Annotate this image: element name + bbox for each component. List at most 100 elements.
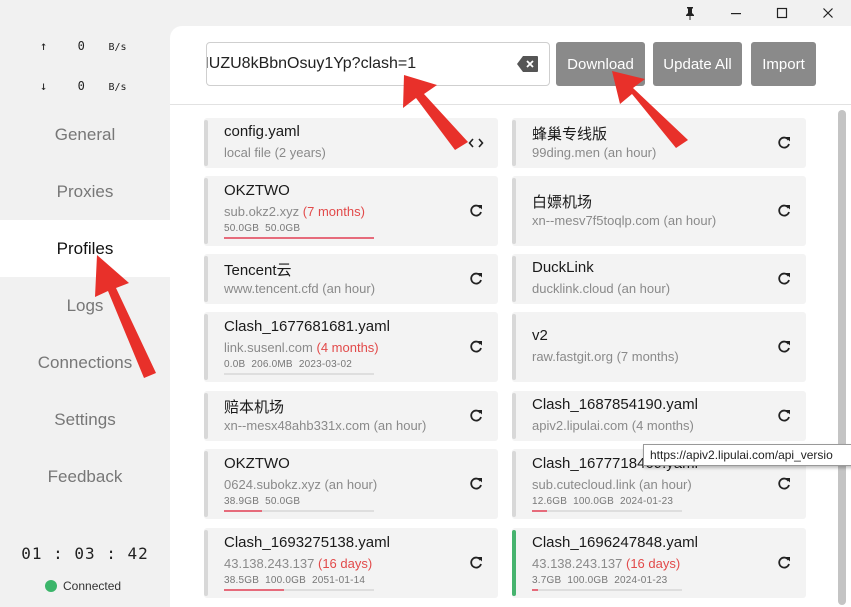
profile-url-field[interactable]: [206, 42, 550, 86]
profile-updated-time: (an hour): [638, 477, 692, 492]
refresh-icon[interactable]: [468, 339, 484, 355]
profile-description: 99ding.men (an hour): [532, 145, 656, 160]
profile-card[interactable]: v2 raw.fastgit.org (7 months): [512, 312, 806, 382]
profile-card[interactable]: Clash_1687854190.yaml apiv2.lipulai.com (…: [512, 391, 806, 441]
maximize-icon[interactable]: [759, 0, 805, 26]
profile-updated-time: (an hour): [324, 477, 378, 492]
scrollbar[interactable]: [838, 110, 846, 605]
refresh-icon[interactable]: [776, 408, 792, 424]
profile-host: link.susenl.com: [224, 340, 313, 355]
scrollbar-thumb[interactable]: [838, 110, 846, 605]
refresh-icon[interactable]: [776, 555, 792, 571]
profile-description: 0624.subokz.xyz (an hour): [224, 477, 377, 492]
profile-usage: 12.6GB 100.0GB 2024-01-23: [532, 496, 679, 507]
profile-usage: 38.5GB 100.0GB 2051-01-14: [224, 575, 371, 586]
usage-progress-bar: [224, 510, 374, 512]
profiles-page: Download Update All Import config.yaml lo…: [170, 26, 851, 607]
refresh-icon[interactable]: [468, 271, 484, 287]
refresh-icon[interactable]: [776, 203, 792, 219]
usage-used: 3.7GB: [532, 575, 562, 586]
usage-progress-fill: [532, 589, 538, 591]
refresh-icon[interactable]: [468, 408, 484, 424]
nav-item-logs[interactable]: Logs: [0, 277, 170, 334]
connection-status: Connected: [45, 579, 121, 593]
usage-used: 50.0GB: [224, 223, 260, 234]
profile-host: raw.fastgit.org: [532, 349, 613, 364]
download-value: 0: [77, 79, 85, 93]
download-speed: ↓ 0 B/s: [40, 79, 127, 93]
refresh-icon[interactable]: [468, 203, 484, 219]
profile-host: www.tencent.cfd: [224, 281, 319, 296]
profile-updated-time: (16 days): [626, 556, 681, 571]
nav-item-connections[interactable]: Connections: [0, 334, 170, 391]
refresh-icon[interactable]: [776, 271, 792, 287]
import-button[interactable]: Import: [751, 42, 816, 86]
clear-input-icon[interactable]: [517, 55, 539, 73]
profile-name: DuckLink: [532, 259, 594, 276]
refresh-icon[interactable]: [776, 476, 792, 492]
profile-card[interactable]: Clash_1696247848.yaml 43.138.243.137 (16 …: [512, 528, 806, 598]
usage-progress-fill: [224, 237, 374, 239]
profile-indicator: [512, 314, 516, 380]
profile-usage: 0.0B 206.0MB 2023-03-02: [224, 359, 358, 370]
profile-card[interactable]: 赔本机场 xn--mesx48ahb331x.com (an hour): [204, 391, 498, 441]
usage-progress-bar: [224, 237, 374, 239]
profile-updated-time: (an hour): [373, 418, 427, 433]
minimize-icon[interactable]: [713, 0, 759, 26]
usage-total: 50.0GB: [265, 496, 301, 507]
usage-expire: 2024-01-23: [614, 575, 668, 586]
code-icon[interactable]: [468, 135, 484, 151]
profile-name: Clash_1693275138.yaml: [224, 534, 390, 551]
pin-icon[interactable]: [667, 0, 713, 26]
profile-card[interactable]: 白嫖机场 xn--mesv7f5toqlp.com (an hour): [512, 176, 806, 246]
update-all-button[interactable]: Update All: [653, 42, 742, 86]
profile-updated-time: (an hour): [603, 145, 657, 160]
profile-updated-time: (an hour): [617, 281, 671, 296]
profile-host: ducklink.cloud: [532, 281, 614, 296]
download-button[interactable]: Download: [556, 42, 645, 86]
nav-item-general[interactable]: General: [0, 106, 170, 163]
profile-card[interactable]: Tencent云 www.tencent.cfd (an hour): [204, 254, 498, 304]
profile-description: xn--mesv7f5toqlp.com (an hour): [532, 213, 716, 228]
uptime-clock: 01 : 03 : 42: [21, 544, 149, 563]
upload-value: 0: [77, 39, 85, 53]
connection-label: Connected: [63, 579, 122, 593]
refresh-icon[interactable]: [468, 555, 484, 571]
usage-progress-bar: [532, 510, 682, 512]
usage-expire: 2024-01-23: [620, 496, 674, 507]
profile-indicator: [512, 120, 516, 166]
usage-total: 100.0GB: [573, 496, 614, 507]
nav-item-proxies[interactable]: Proxies: [0, 163, 170, 220]
refresh-icon[interactable]: [776, 135, 792, 151]
profile-updated-time: (an hour): [663, 213, 717, 228]
refresh-icon[interactable]: [468, 476, 484, 492]
profile-card[interactable]: Clash_1693275138.yaml 43.138.243.137 (16 …: [204, 528, 498, 598]
profile-indicator: [204, 178, 208, 244]
profile-name: 赔本机场: [224, 399, 285, 416]
profile-card[interactable]: Clash_1677681681.yaml link.susenl.com (4 …: [204, 312, 498, 382]
profile-card[interactable]: OKZTWO sub.okz2.xyz (7 months) 50.0GB 50.0G…: [204, 176, 498, 246]
profile-host: sub.cutecloud.link: [532, 477, 636, 492]
nav-item-settings[interactable]: Settings: [0, 391, 170, 448]
profile-updated-time: (7 months): [616, 349, 679, 364]
profile-card[interactable]: DuckLink ducklink.cloud (an hour): [512, 254, 806, 304]
nav-item-feedback[interactable]: Feedback: [0, 448, 170, 505]
profile-description: sub.cutecloud.link (an hour): [532, 477, 692, 492]
profile-card[interactable]: 蜂巢专线版 99ding.men (an hour): [512, 118, 806, 168]
profile-description: ducklink.cloud (an hour): [532, 281, 670, 296]
profile-description: local file (2 years): [224, 145, 326, 160]
profile-usage: 38.9GB 50.0GB: [224, 496, 306, 507]
profile-url-input[interactable]: [207, 43, 513, 85]
usage-progress-fill: [224, 510, 262, 512]
profile-description: www.tencent.cfd (an hour): [224, 281, 375, 296]
profile-name: Tencent云: [224, 262, 292, 279]
profile-card[interactable]: config.yaml local file (2 years): [204, 118, 498, 168]
refresh-icon[interactable]: [776, 339, 792, 355]
upload-arrow-icon: ↑: [40, 39, 48, 53]
profile-host: 99ding.men: [532, 145, 600, 160]
nav-item-profiles[interactable]: Profiles: [0, 220, 170, 277]
profile-name: Clash_1696247848.yaml: [532, 534, 698, 551]
toolbar-divider: [170, 104, 851, 105]
profile-card[interactable]: OKZTWO 0624.subokz.xyz (an hour) 38.9GB 50.…: [204, 449, 498, 519]
close-icon[interactable]: [805, 0, 851, 26]
